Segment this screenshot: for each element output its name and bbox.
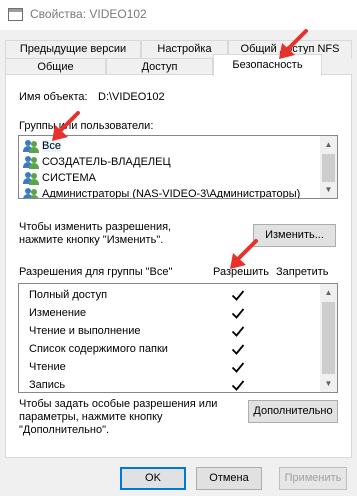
allow-check-icon bbox=[231, 290, 245, 301]
tab-previous-versions[interactable]: Предыдущие версии bbox=[5, 40, 141, 59]
user-label: Все bbox=[42, 140, 61, 152]
window-title: Свойства: VIDEO102 bbox=[30, 7, 147, 21]
advanced-hint-line1: Чтобы задать особые разрешения или bbox=[19, 398, 218, 410]
permission-name: Чтение bbox=[29, 361, 66, 373]
scroll-thumb[interactable] bbox=[322, 302, 335, 374]
advanced-hint-line2: параметры, нажмите кнопку bbox=[19, 411, 163, 423]
allow-column-header: Разрешить bbox=[213, 266, 269, 278]
user-group-icon bbox=[23, 187, 39, 198]
user-group-icon bbox=[23, 171, 39, 186]
groups-list[interactable]: Все СОЗДАТЕЛЬ-ВЛАДЕЛЕЦ СИСТЕМА Администр… bbox=[18, 135, 338, 199]
list-item-creator-owner[interactable]: СОЗДАТЕЛЬ-ВЛАДЕЛЕЦ bbox=[23, 154, 171, 170]
allow-check-icon bbox=[231, 326, 245, 337]
allow-check-icon bbox=[231, 308, 245, 319]
permission-row: Чтение bbox=[29, 358, 309, 376]
change-hint-line2: нажмите кнопку "Изменить". bbox=[19, 234, 164, 246]
deny-column-header: Запретить bbox=[276, 266, 329, 278]
user-label: СОЗДАТЕЛЬ-ВЛАДЕЛЕЦ bbox=[42, 156, 171, 168]
permission-name: Полный доступ bbox=[29, 289, 108, 301]
change-hint-line1: Чтобы изменить разрешения, bbox=[19, 221, 172, 233]
permission-name: Запись bbox=[29, 379, 66, 391]
groups-scrollbar[interactable]: ▲ ▼ bbox=[320, 136, 337, 198]
list-item-administrators[interactable]: Администраторы (NAS-VIDEO-3\Администрато… bbox=[23, 186, 301, 199]
groups-label: Группы или пользователи: bbox=[19, 120, 154, 132]
permissions-scrollbar[interactable]: ▲ ▼ bbox=[320, 284, 337, 392]
user-label: Администраторы (NAS-VIDEO-3\Администрато… bbox=[42, 188, 301, 199]
security-panel: Имя объекта: D:\VIDEO102 Группы или поль… bbox=[5, 74, 352, 458]
permission-row: Запись bbox=[29, 376, 309, 392]
ok-button[interactable]: OK bbox=[120, 467, 186, 490]
user-group-icon bbox=[23, 155, 39, 170]
allow-check-icon bbox=[231, 380, 245, 391]
permissions-list[interactable]: Полный доступ Изменение Чтение и выполне… bbox=[18, 283, 338, 393]
apply-button[interactable]: Применить bbox=[279, 467, 347, 490]
permission-row: Изменение bbox=[29, 304, 309, 322]
scroll-down-icon[interactable]: ▼ bbox=[320, 375, 337, 392]
allow-check-icon bbox=[231, 344, 245, 355]
user-label: СИСТЕМА bbox=[42, 172, 96, 184]
scroll-up-icon[interactable]: ▲ bbox=[320, 136, 337, 153]
object-name-label: Имя объекта: bbox=[19, 91, 88, 103]
scroll-down-icon[interactable]: ▼ bbox=[320, 181, 337, 198]
permission-name: Чтение и выполнение bbox=[29, 325, 141, 337]
advanced-hint-line3: "Дополнительно". bbox=[19, 424, 110, 436]
permission-row: Полный доступ bbox=[29, 286, 309, 304]
list-item-everyone[interactable]: Все bbox=[23, 138, 61, 154]
permission-name: Изменение bbox=[29, 307, 87, 319]
allow-check-icon bbox=[231, 362, 245, 373]
tab-security[interactable]: Безопасность bbox=[213, 54, 322, 76]
list-item-system[interactable]: СИСТЕМА bbox=[23, 170, 96, 186]
advanced-button[interactable]: Дополнительно bbox=[248, 400, 338, 423]
change-button[interactable]: Изменить... bbox=[253, 224, 336, 247]
permission-row: Чтение и выполнение bbox=[29, 322, 309, 340]
scroll-thumb[interactable] bbox=[322, 154, 335, 182]
window-icon bbox=[8, 8, 23, 21]
permissions-group-label: Разрешения для группы "Все" bbox=[19, 266, 173, 278]
permission-row: Список содержимого папки bbox=[29, 340, 309, 358]
permission-name: Список содержимого папки bbox=[29, 343, 168, 355]
object-name-value: D:\VIDEO102 bbox=[98, 91, 165, 103]
title-bar: Свойства: VIDEO102 bbox=[0, 0, 357, 30]
user-group-icon bbox=[23, 139, 39, 154]
cancel-button[interactable]: Отмена bbox=[196, 467, 262, 490]
scroll-up-icon[interactable]: ▲ bbox=[320, 284, 337, 301]
